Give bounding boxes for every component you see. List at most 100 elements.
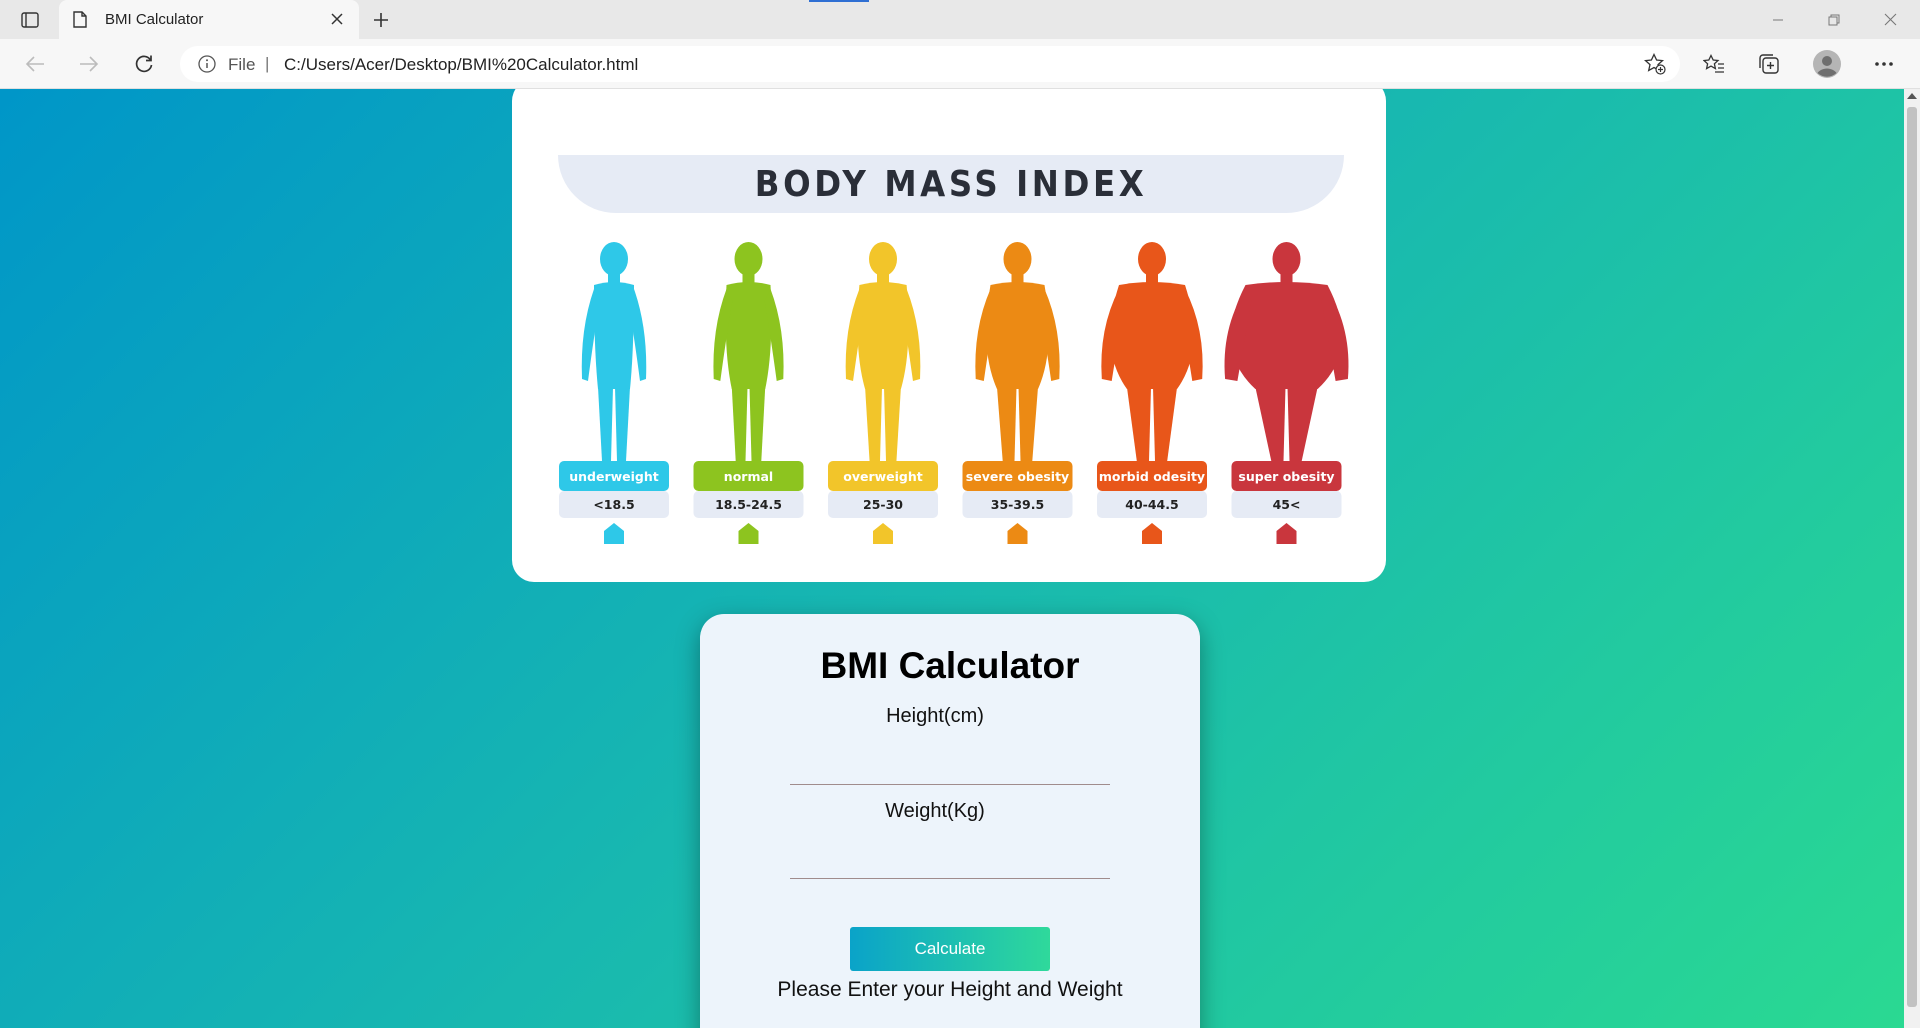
category-range: 18.5-24.5 [715,497,782,512]
figure-leg [996,387,1017,461]
category-marker [604,523,624,544]
category-label: underweight [569,469,659,484]
refresh-button[interactable] [128,48,160,80]
figure-leg [731,387,748,461]
back-button[interactable] [19,48,51,80]
window-close-button[interactable] [1862,0,1918,39]
favorites-button[interactable] [1698,48,1730,80]
address-url[interactable]: C:/Users/Acer/Desktop/BMI%20Calculator.h… [284,55,638,75]
figure-neck [742,273,755,283]
info-icon [198,55,216,73]
category-range: 45< [1273,497,1301,512]
figure-neck [1280,273,1293,283]
close-icon [331,13,343,25]
weight-input[interactable] [790,843,1110,879]
figure-leg [1126,387,1151,461]
figure-leg [865,387,882,461]
page-icon [73,11,87,28]
figure-head [1138,242,1166,276]
figure-head [1003,242,1032,276]
refresh-icon [135,55,153,73]
figure-leg [749,387,766,461]
figure-leg [1287,387,1318,461]
add-favorite-icon[interactable] [1644,53,1666,75]
tab-title: BMI Calculator [105,11,204,28]
bmi-calculator-card: BMI Calculator Height(cm) Weight(Kg) Cal… [700,614,1200,1028]
restore-icon [1828,14,1840,25]
avatar-icon [1813,50,1841,78]
category-label: morbid odesity [1099,469,1205,484]
figure-neck [608,273,620,283]
scroll-up-icon[interactable] [1907,93,1917,99]
figure-neck [1011,273,1024,283]
arrow-left-icon [25,56,44,72]
figure-head [1272,242,1301,276]
bmi-chart-image: BODY MASS INDEX underweight <18.5 normal 18… [512,89,1386,582]
profile-button[interactable] [1811,48,1843,80]
category-label: overweight [843,469,923,484]
category-label: super obesity [1238,469,1334,484]
category-marker [1142,523,1162,544]
new-tab-button[interactable] [366,6,396,34]
figure-torso [725,282,772,389]
drag-indicator [809,0,869,2]
arrow-right-icon [80,56,99,72]
bmi-figures: underweight <18.5 normal 18.5-24.5 overweigh… [559,242,1349,544]
figure-head [600,242,628,276]
tab-close-button[interactable] [327,9,347,29]
figure-torso [986,282,1049,389]
address-separator: | [265,54,270,73]
figure-leg [1153,387,1178,461]
height-input[interactable] [790,749,1110,785]
plus-icon [374,13,388,27]
more-icon [1875,62,1893,66]
figure-neck [877,273,889,283]
collections-button[interactable] [1753,48,1785,80]
minimize-button[interactable] [1750,0,1806,39]
category-range: 35-39.5 [991,497,1044,512]
tab-actions-button[interactable] [14,7,46,33]
figure-leg [884,387,901,461]
category-range: 40-44.5 [1125,497,1178,512]
scroll-thumb[interactable] [1907,107,1917,1007]
category-marker [1007,523,1028,544]
bmi-category-1: normal 18.5-24.5 [693,242,804,544]
category-range: <18.5 [593,497,634,512]
weight-label: Weight(Kg) [885,800,985,822]
collections-icon [1759,54,1779,74]
height-label: Height(cm) [886,705,984,727]
address-bar[interactable]: File | C:/Users/Acer/Desktop/BMI%20Calcu… [180,46,1680,82]
forward-button[interactable] [73,48,105,80]
bmi-category-0: underweight <18.5 [559,242,669,544]
bmi-category-3: severe obesity 35-39.5 [962,242,1073,544]
bmi-banner: BODY MASS INDEX [558,155,1344,213]
page-viewport: BODY MASS INDEX underweight <18.5 normal 18… [0,89,1904,1028]
bmi-category-2: overweight 25-30 [828,242,938,544]
navigation-bar: File | C:/Users/Acer/Desktop/BMI%20Calcu… [0,39,1920,89]
vertical-scrollbar[interactable] [1904,89,1920,1028]
category-marker [873,523,893,544]
browser-tab[interactable]: BMI Calculator [59,0,359,39]
figure-leg [1018,387,1039,461]
figure-leg [615,387,630,461]
settings-more-button[interactable] [1868,48,1900,80]
tab-bar: BMI Calculator [0,0,1920,39]
bmi-chart-title: BODY MASS INDEX [754,163,1148,205]
calculate-button[interactable]: Calculate [850,927,1050,971]
address-scheme: File [228,55,256,74]
category-label: normal [724,469,773,484]
figure-head [734,242,763,276]
category-marker [738,523,759,544]
bmi-category-5: super obesity 45< [1224,242,1349,544]
close-icon [1884,13,1896,26]
category-label: severe obesity [966,469,1069,484]
figure-torso [594,282,634,389]
bmi-category-4: morbid odesity 40-44.5 [1097,242,1207,544]
figure-leg [598,387,613,461]
calculator-title: BMI Calculator [820,645,1080,686]
category-marker [1276,523,1297,544]
figure-torso [857,282,909,389]
restore-button[interactable] [1806,0,1862,39]
category-range: 25-30 [863,497,903,512]
minimize-icon [1773,19,1783,20]
